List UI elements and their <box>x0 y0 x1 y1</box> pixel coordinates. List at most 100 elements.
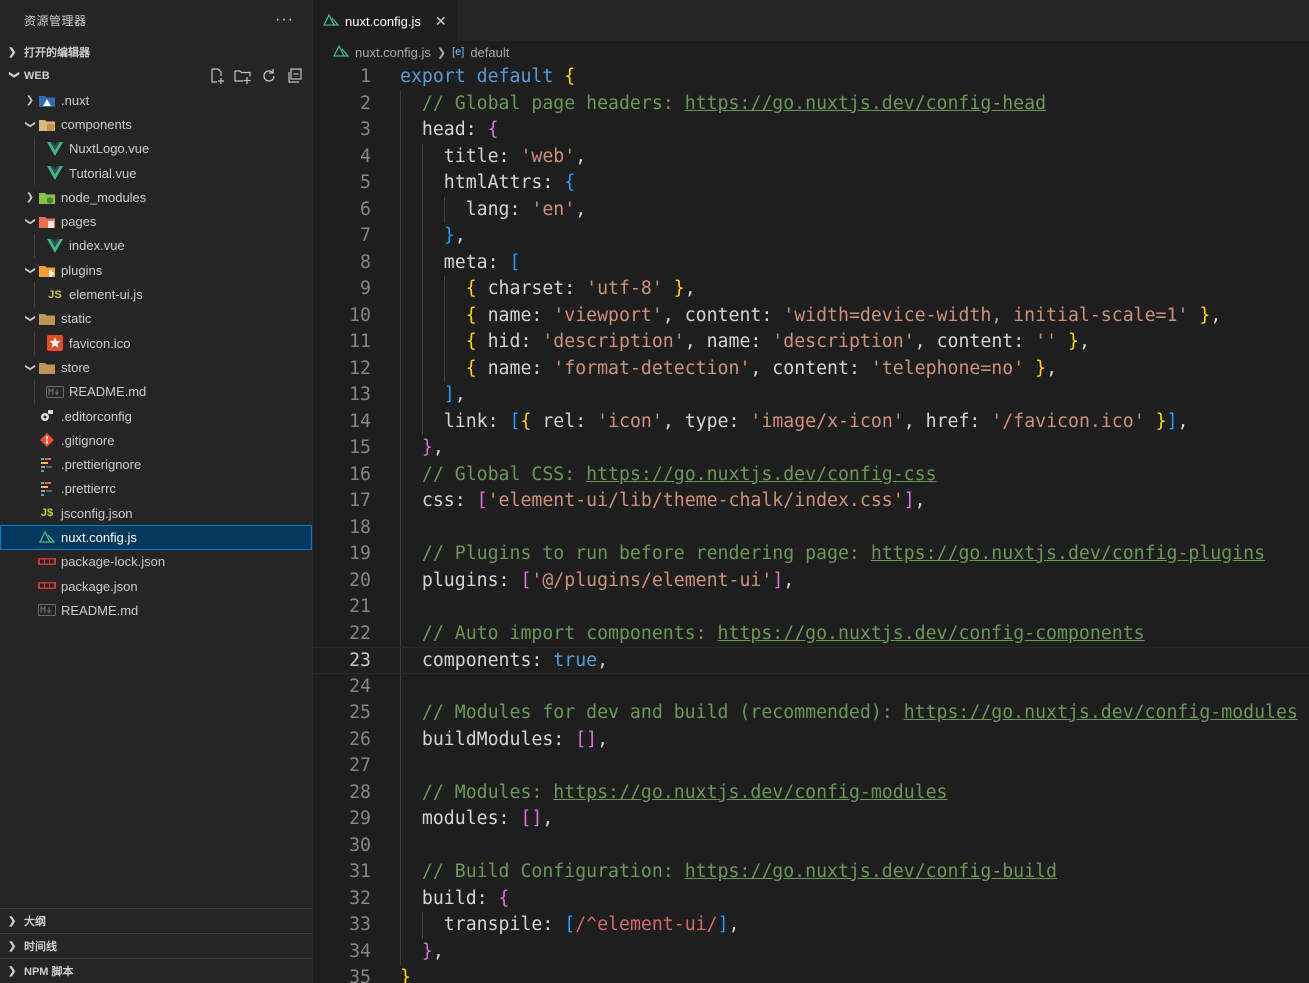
workspace-section[interactable]: ❯ WEB <box>0 64 312 88</box>
code-token: , <box>597 650 609 671</box>
tree-item[interactable]: Tutorial.vue <box>0 160 312 186</box>
more-actions-icon[interactable]: ··· <box>275 11 294 29</box>
refresh-icon[interactable] <box>260 67 278 85</box>
code-token: , content: <box>914 331 1036 352</box>
code-editor[interactable]: 1 export default {2// Global page headers… <box>313 63 1309 983</box>
tree-item[interactable]: index.vue <box>0 233 312 259</box>
code-line: 10 { name: 'viewport', content: 'width=de… <box>313 302 1309 329</box>
code-token[interactable]: https://go.nuxtjs.dev/config-head <box>685 93 1046 114</box>
npm-file-icon <box>38 554 56 570</box>
code-token: [ <box>509 251 521 273</box>
code-token[interactable]: https://go.nuxtjs.dev/config-modules <box>904 702 1298 723</box>
tree-item[interactable]: .editorconfig <box>0 404 312 428</box>
code-line: 28 // Modules: https://go.nuxtjs.dev/conf… <box>313 779 1309 806</box>
npm-scripts-section[interactable]: ❯ NPM 脚本 <box>0 958 312 983</box>
timeline-section[interactable]: ❯ 时间线 <box>0 933 312 958</box>
indent-guide <box>400 249 401 276</box>
line-number: 26 <box>349 728 371 750</box>
tree-item[interactable]: favicon.ico <box>0 330 312 356</box>
tree-item[interactable]: .gitignore <box>0 428 312 452</box>
workspace-label: WEB <box>24 70 50 82</box>
new-file-icon[interactable] <box>208 67 226 85</box>
code-token: '' <box>1035 331 1058 352</box>
tree-item[interactable]: README.md <box>0 379 312 404</box>
code-token[interactable]: https://go.nuxtjs.dev/config-css <box>586 464 936 485</box>
code-line: 20 plugins: ['@/plugins/element-ui'], <box>313 567 1309 594</box>
indent-guide <box>421 170 423 197</box>
tree-item[interactable]: J$ jsconfig.json <box>0 501 312 525</box>
code-token[interactable]: https://go.nuxtjs.dev/config-components <box>718 623 1145 644</box>
line-number: 3 <box>360 119 371 140</box>
new-folder-icon[interactable] <box>234 67 252 85</box>
code-line: 30 <box>313 832 1309 859</box>
indent-guide <box>400 912 401 939</box>
breadcrumb-symbol[interactable]: default <box>470 45 509 60</box>
tree-item[interactable]: .prettierrc <box>0 477 312 501</box>
code-token[interactable]: https://go.nuxtjs.dev/config-modules <box>553 782 947 803</box>
code-line: 33 transpile: [/^element-ui/], <box>313 912 1309 939</box>
chevron-right-icon: ❯ <box>25 94 35 106</box>
indent-guide <box>421 143 423 170</box>
code-token: 'utf-8' <box>586 278 663 299</box>
chevron-down-icon: ❯ <box>24 217 36 226</box>
tab-nuxt-config[interactable]: nuxt.config.js ✕ <box>313 0 457 42</box>
tree-item-label: plugins <box>61 262 103 278</box>
tree-item-label: .prettierrc <box>61 481 116 497</box>
indent-guide <box>421 355 423 382</box>
code-token: // Global CSS: <box>421 463 587 485</box>
indent-guide <box>400 329 401 356</box>
line-number: 28 <box>349 781 371 803</box>
line-number: 29 <box>349 808 371 829</box>
code-text: meta: [ <box>444 250 521 277</box>
indent-guide <box>400 170 401 197</box>
code-token[interactable]: https://go.nuxtjs.dev/config-build <box>685 861 1057 882</box>
tree-item[interactable]: ❯ components <box>0 112 312 136</box>
tree-item[interactable]: package.json <box>0 574 312 598</box>
code-text: { name: 'format-detection', content: 'te… <box>466 356 1057 383</box>
tree-item[interactable]: README.md <box>0 598 312 622</box>
tree-item[interactable]: ❯ static <box>0 307 312 331</box>
close-icon[interactable]: ✕ <box>435 13 447 30</box>
code-token: [ <box>509 410 521 432</box>
outline-section[interactable]: ❯ 大纲 <box>0 908 312 933</box>
code-text: components: true, <box>422 648 608 675</box>
line-number: 27 <box>349 755 371 776</box>
tree-item[interactable]: package-lock.json <box>0 550 312 574</box>
components-folder-icon <box>38 116 56 132</box>
tree-item[interactable]: .prettierignore <box>0 452 312 476</box>
line-number: 14 <box>349 410 371 432</box>
tree-item[interactable]: ❯ store <box>0 355 312 379</box>
outline-label: 大纲 <box>24 916 46 928</box>
collapse-all-icon[interactable] <box>286 67 304 85</box>
indent-guide <box>34 282 35 307</box>
tree-item[interactable]: ❯ .nuxt <box>0 88 312 112</box>
tree-item[interactable]: ❯ node_modules <box>0 185 312 209</box>
indent-guide <box>400 302 401 329</box>
code-token: { <box>465 304 488 326</box>
code-token: '/favicon.ico' <box>991 410 1145 432</box>
line-number: 22 <box>349 622 371 644</box>
indent-guide <box>421 302 423 329</box>
code-text: { hid: 'description', name: 'description… <box>466 329 1090 356</box>
code-token: , content: <box>750 357 871 379</box>
breadcrumb-file[interactable]: nuxt.config.js <box>355 45 431 60</box>
tree-item[interactable]: ❯ plugins <box>0 258 312 282</box>
indent-guide <box>34 136 35 161</box>
tree-item[interactable]: ❯ pages <box>0 209 312 233</box>
line-number: 20 <box>349 569 371 591</box>
indent-guide <box>421 912 423 939</box>
code-token: default <box>476 66 565 87</box>
tree-item[interactable]: NuxtLogo.vue <box>0 136 312 161</box>
code-token: , <box>454 225 466 246</box>
tab-label: nuxt.config.js <box>345 14 421 29</box>
code-token[interactable]: https://go.nuxtjs.dev/config-plugins <box>871 543 1265 564</box>
code-token: [] <box>575 728 598 750</box>
code-token: 'element-ui/lib/theme-chalk/index.css' <box>487 490 904 511</box>
open-editors-section[interactable]: ❯ 打开的编辑器 <box>0 40 312 64</box>
tree-item[interactable]: JS element-ui.js <box>0 282 312 307</box>
code-token: ] <box>772 569 784 591</box>
line-number: 2 <box>360 92 371 114</box>
code-line: 14 link: [{ rel: 'icon', type: 'image/x-i… <box>313 408 1309 435</box>
code-token: { <box>520 410 543 432</box>
tree-item[interactable]: nuxt.config.js <box>0 525 312 550</box>
